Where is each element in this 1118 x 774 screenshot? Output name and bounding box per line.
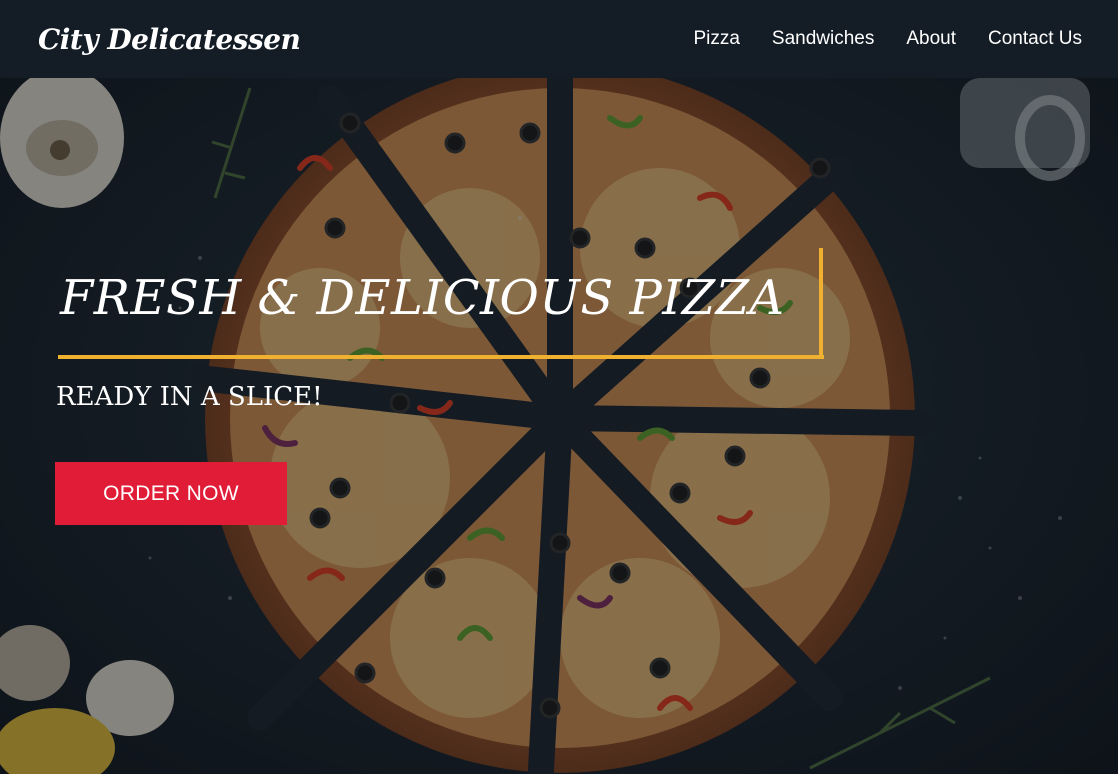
hero-section: [0, 78, 1118, 774]
nav-link-pizza[interactable]: Pizza: [693, 28, 739, 50]
brand-logo[interactable]: City Delicatessen: [38, 23, 301, 56]
nav-link-sandwiches[interactable]: Sandwiches: [772, 28, 874, 50]
main-nav: Pizza Sandwiches About Contact Us: [693, 28, 1082, 50]
top-navbar: City Delicatessen Pizza Sandwiches About…: [0, 0, 1118, 78]
nav-link-about[interactable]: About: [906, 28, 956, 50]
order-now-button[interactable]: ORDER NOW: [55, 462, 287, 525]
headline-right-border: [819, 248, 823, 359]
nav-link-contact-us[interactable]: Contact Us: [988, 28, 1082, 50]
headline-frame: FRESH & DELICIOUS PIZZA: [56, 248, 824, 360]
hero-headline: FRESH & DELICIOUS PIZZA: [60, 270, 785, 326]
hero-dark-overlay: [0, 78, 1118, 774]
headline-underline: [58, 355, 824, 359]
hero-subheading: READY IN A SLICE!: [56, 382, 323, 412]
